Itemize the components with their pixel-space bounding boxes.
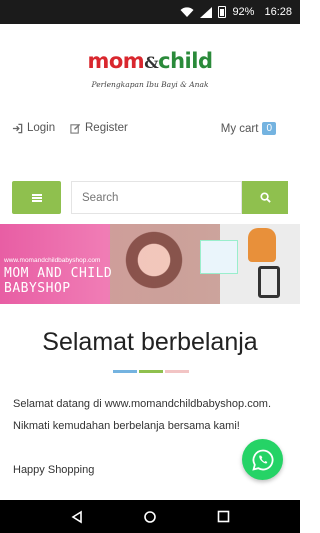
nav-back-icon[interactable] xyxy=(70,510,84,524)
nav-home-icon[interactable] xyxy=(143,510,157,524)
banner-title-line2: BABYSHOP xyxy=(4,281,71,296)
divider-segment-pink xyxy=(165,370,189,373)
whatsapp-chat-button[interactable] xyxy=(242,439,283,480)
whatsapp-icon xyxy=(251,449,273,471)
divider-segment-blue xyxy=(113,370,137,373)
banner-url: www.momandchildbabyshop.com xyxy=(4,257,101,264)
register-icon xyxy=(70,123,81,134)
login-icon xyxy=(12,123,23,133)
login-link[interactable]: Login xyxy=(12,122,55,134)
divider-segment-green xyxy=(139,370,163,373)
promo-banner[interactable]: www.momandchildbabyshop.com MOM AND CHIL… xyxy=(0,224,300,304)
logo-tagline: Perlengkapan Ibu Bayi & Anak xyxy=(91,80,209,89)
cart-label: My cart xyxy=(220,122,259,135)
battery-percent: 92% xyxy=(232,6,255,18)
logo-text-mom: mom xyxy=(87,49,145,73)
welcome-heading: Selamat berbelanja xyxy=(42,328,258,356)
logo-ampersand: & xyxy=(144,53,159,72)
battery-icon xyxy=(218,6,227,18)
nav-recents-icon[interactable] xyxy=(217,510,230,523)
register-link[interactable]: Register xyxy=(70,122,128,134)
heading-divider xyxy=(113,370,189,373)
banner-stroller xyxy=(258,266,280,298)
welcome-paragraph: Selamat datang di www.momandchildbabysho… xyxy=(13,398,272,432)
logo-text-child: child xyxy=(158,49,213,73)
system-nav-bar xyxy=(0,500,300,533)
login-label: Login xyxy=(27,122,56,134)
cart-link[interactable]: My cart 0 xyxy=(221,122,276,135)
signal-icon xyxy=(200,6,213,18)
menu-icon xyxy=(31,193,42,202)
search-bar xyxy=(12,181,288,214)
register-label: Register xyxy=(85,122,128,134)
clock: 16:28 xyxy=(264,6,292,18)
banner-title-line1: MOM AND CHILD xyxy=(4,266,113,281)
user-bar: Login Register My cart 0 xyxy=(0,122,300,140)
status-bar: 92% 16:28 xyxy=(0,0,300,24)
cart-count-badge: 0 xyxy=(262,122,276,135)
search-input[interactable] xyxy=(71,181,242,214)
wifi-icon xyxy=(180,6,194,17)
banner-toy xyxy=(248,228,276,262)
site-logo[interactable]: mom&child Perlengkapan Ibu Bayi & Anak xyxy=(0,48,300,89)
logo-wordmark: mom&child xyxy=(0,48,300,76)
search-button[interactable] xyxy=(242,181,288,214)
banner-title: MOM AND CHILD BABYSHOP xyxy=(4,266,112,296)
search-icon xyxy=(259,192,271,203)
menu-button[interactable] xyxy=(12,181,61,214)
banner-baby-clothes xyxy=(200,240,238,274)
